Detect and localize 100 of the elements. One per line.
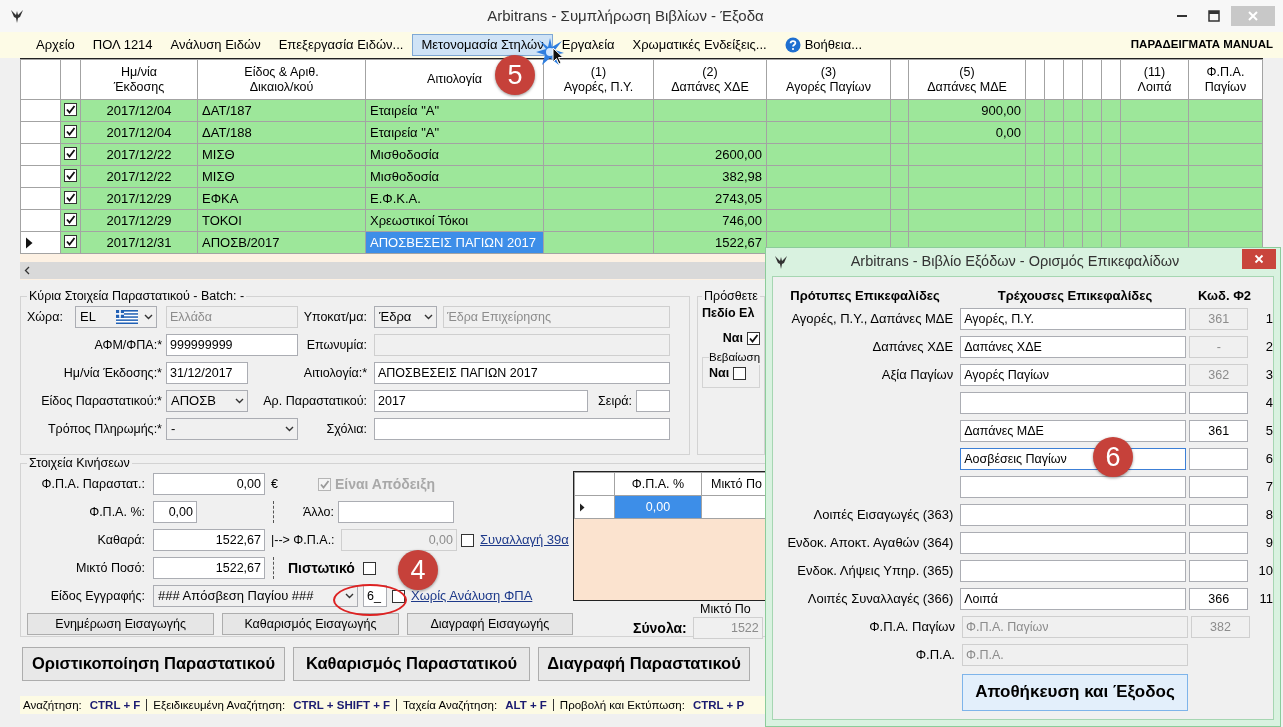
column-header[interactable]: Ημ/νία Έκδοσης bbox=[80, 59, 198, 100]
column-header[interactable]: Φ.Π.Α. % bbox=[614, 472, 702, 496]
table-cell[interactable]: Μισθοδοσία bbox=[365, 143, 544, 166]
text-field[interactable]: 0,00 bbox=[153, 501, 197, 523]
text-field[interactable]: Αγορές Παγίων bbox=[960, 363, 1187, 386]
table-row[interactable]: 2017/12/29 ΕΦΚΑ Ε.Φ.Κ.Α. 2743,05 bbox=[20, 187, 1263, 210]
table-cell: 2017/12/22 bbox=[80, 143, 198, 166]
checkbox[interactable] bbox=[64, 234, 77, 248]
column-header[interactable]: Είδος & Αριθ. Δικαιολ/κού bbox=[197, 59, 366, 100]
table-row[interactable]: 2017/12/22 ΜΙΣΘ Μισθοδοσία 2600,00 bbox=[20, 143, 1263, 166]
link[interactable]: Χωρίς Ανάλυση ΦΠΑ bbox=[411, 588, 533, 604]
text-field[interactable] bbox=[374, 418, 670, 440]
field-label: Ημ/νία Έκδοσης:* bbox=[62, 365, 162, 381]
text-field[interactable] bbox=[1189, 475, 1249, 498]
text-field[interactable] bbox=[1189, 531, 1249, 554]
table-cell[interactable]: Χρεωστικοί Τόκοι bbox=[365, 209, 544, 232]
save-button[interactable]: Αποθήκευση και Έξοδος bbox=[962, 674, 1188, 711]
checkbox[interactable] bbox=[392, 589, 405, 603]
field-label: Είδος Εγγραφής: bbox=[49, 588, 145, 604]
payment-dropdown[interactable]: - bbox=[166, 418, 298, 440]
group-title: Βεβαίωση bbox=[709, 350, 761, 365]
menu-item[interactable]: Ανάλυση Ειδών bbox=[161, 34, 270, 56]
row-header[interactable] bbox=[20, 231, 61, 254]
checkbox[interactable] bbox=[64, 102, 77, 116]
text-field[interactable]: ΑΠΟΣΒΕΣΕΙΣ ΠΑΓΙΩΝ 2017 bbox=[374, 362, 670, 384]
text-field[interactable]: Αγορές, Π.Υ. bbox=[960, 307, 1187, 330]
field-label: Σχόλια: bbox=[325, 421, 367, 437]
checkbox[interactable] bbox=[64, 190, 77, 204]
menu-item[interactable]: Επεξεργασία Ειδών... bbox=[269, 34, 413, 56]
document-type-dropdown[interactable]: ΑΠΟΣΒ bbox=[166, 390, 248, 412]
text-field[interactable] bbox=[1189, 503, 1249, 526]
form-button[interactable]: Ενημέρωση Εισαγωγής bbox=[27, 613, 215, 635]
checkbox[interactable] bbox=[64, 146, 77, 160]
text-field[interactable]: 0,00 bbox=[153, 473, 265, 495]
text-field[interactable] bbox=[960, 475, 1187, 498]
shortcut-keys: CTRL + P bbox=[692, 699, 745, 711]
form-button[interactable]: Καθαρισμός Εισαγωγής bbox=[222, 613, 399, 635]
text-field[interactable]: 6_ bbox=[363, 585, 387, 607]
checkbox[interactable] bbox=[64, 212, 77, 226]
link[interactable]: Συναλλαγή 39α bbox=[480, 532, 569, 548]
table-cell[interactable]: Εταιρεία "Α" bbox=[365, 121, 544, 144]
column-header[interactable]: (2) Δαπάνες ΧΔΕ bbox=[653, 59, 767, 100]
form-button[interactable]: Διαγραφή Εισαγωγής bbox=[406, 613, 573, 635]
column-header[interactable]: (11) Λοιπά bbox=[1120, 59, 1189, 100]
menu-item[interactable]: Χρωματικές Ενδείξεις... bbox=[623, 34, 776, 56]
close-button[interactable] bbox=[1242, 249, 1276, 269]
checkbox[interactable] bbox=[317, 477, 331, 491]
text-field[interactable] bbox=[960, 391, 1187, 414]
text-field[interactable] bbox=[1189, 559, 1249, 582]
table-row[interactable]: 2017/12/04 ΔΑΤ/187 Εταιρεία "Α" 900,00 bbox=[20, 99, 1263, 122]
scroll-left-icon[interactable] bbox=[24, 266, 30, 275]
table-cell: 2017/12/04 bbox=[80, 121, 198, 144]
menu-item[interactable]: Βοήθεια... bbox=[775, 34, 872, 56]
country-dropdown[interactable]: EL bbox=[75, 306, 157, 328]
action-button[interactable]: Οριστικοποίηση Παραστατικού bbox=[22, 647, 285, 681]
menu-item[interactable]: Αρχείο bbox=[27, 34, 84, 56]
text-field[interactable] bbox=[1189, 391, 1249, 414]
text-field[interactable]: 361 bbox=[1189, 419, 1249, 442]
entry-type-dropdown[interactable]: ### Απόσβεση Παγίου ### bbox=[153, 585, 358, 607]
text-field[interactable] bbox=[338, 501, 454, 523]
column-header[interactable]: (1) Αγορές, Π.Υ. bbox=[543, 59, 654, 100]
menu-label: ΠΑΡΑΔΕΙΓΜΑΤΑ MANUAL bbox=[1130, 38, 1273, 52]
text-field[interactable] bbox=[960, 503, 1187, 526]
text-field[interactable]: 2017 bbox=[374, 390, 588, 412]
checkbox[interactable] bbox=[733, 366, 747, 380]
text-field[interactable] bbox=[960, 531, 1187, 554]
branch-dropdown[interactable]: Έδρα bbox=[374, 306, 437, 328]
text-field[interactable]: 31/12/2017 bbox=[166, 362, 248, 384]
checkbox[interactable] bbox=[461, 533, 474, 547]
text-field[interactable]: 999999999 bbox=[166, 334, 298, 356]
text-field[interactable]: Δαπάνες ΜΔΕ bbox=[960, 419, 1187, 442]
current-row-icon bbox=[25, 237, 33, 250]
table-row[interactable]: 2017/12/22 ΜΙΣΘ Μισθοδοσία 382,98 bbox=[20, 165, 1263, 188]
field-label: Αγορές, Π.Υ., Δαπάνες ΜΔΕ bbox=[790, 310, 954, 327]
action-button[interactable]: Καθαρισμός Παραστατικού bbox=[293, 647, 530, 681]
checkbox[interactable] bbox=[64, 124, 77, 138]
column-header[interactable]: (3) Αγορές Παγίων bbox=[766, 59, 891, 100]
text-field[interactable] bbox=[1189, 447, 1249, 470]
text-field[interactable] bbox=[960, 559, 1187, 582]
table-cell[interactable]: Ε.Φ.Κ.Α. bbox=[365, 187, 544, 210]
checkbox[interactable] bbox=[64, 168, 77, 182]
table-cell[interactable]: Εταιρεία "Α" bbox=[365, 99, 544, 122]
text-field[interactable]: 1522,67 bbox=[153, 557, 265, 579]
table-row[interactable]: 2017/12/04 ΔΑΤ/188 Εταιρεία "Α" 0,00 bbox=[20, 121, 1263, 144]
column-header[interactable]: (5) Δαπάνες ΜΔΕ bbox=[908, 59, 1026, 100]
text-field[interactable]: Δαπάνες ΧΔΕ bbox=[960, 335, 1187, 358]
column-header[interactable]: Φ.Π.Α. Παγίων bbox=[1188, 59, 1263, 100]
action-button[interactable]: Διαγραφή Παραστατικού bbox=[538, 647, 750, 681]
table-cell: ΔΑΤ/188 bbox=[197, 121, 366, 144]
checkbox[interactable] bbox=[362, 561, 376, 575]
menu-item[interactable]: ΠΟΛ 1214 bbox=[83, 34, 162, 56]
text-field[interactable] bbox=[374, 334, 670, 356]
text-field[interactable]: Λοιπά bbox=[960, 587, 1187, 610]
table-row[interactable]: 2017/12/29 ΤΟΚΟΙ Χρεωστικοί Τόκοι 746,00 bbox=[20, 209, 1263, 232]
text-field[interactable]: 366 bbox=[1189, 587, 1249, 610]
table-cell[interactable]: Μισθοδοσία bbox=[365, 165, 544, 188]
text-field[interactable]: 1522,67 bbox=[153, 529, 265, 551]
text-field[interactable] bbox=[636, 390, 670, 412]
checkbox[interactable] bbox=[747, 331, 760, 345]
menu-item[interactable]: Μετονομασία Στηλών bbox=[412, 34, 553, 56]
